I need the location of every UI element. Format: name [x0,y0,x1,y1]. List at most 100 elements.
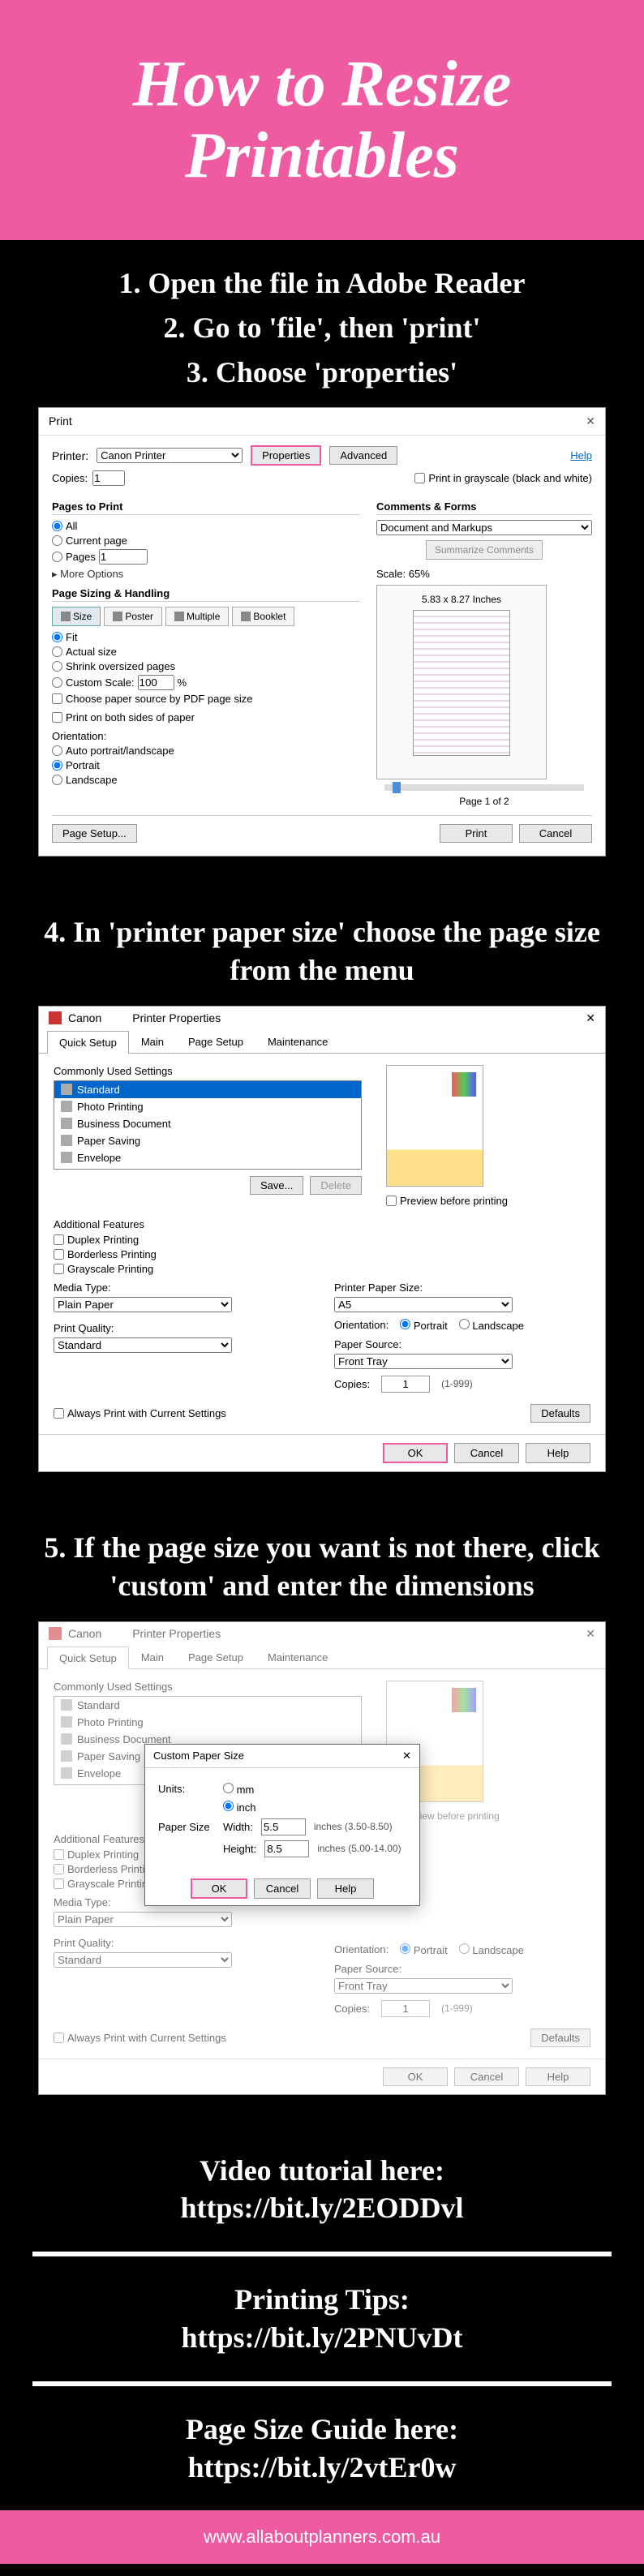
size-tab[interactable]: Size [52,607,101,626]
pages-input[interactable] [99,549,148,565]
help-button[interactable]: Help [317,1878,374,1899]
list-item-label: Photo Printing [77,1101,144,1113]
close-icon[interactable]: ✕ [586,414,595,428]
site-url[interactable]: www.allaboutplanners.com.au [204,2527,440,2547]
printer-properties-dialog: Canon Printer Properties ✕ Quick Setup M… [38,1006,606,1472]
copies-stepper[interactable]: 1 [381,1376,430,1393]
landscape-radio[interactable] [459,1943,470,1954]
summarize-button[interactable]: Summarize Comments [426,540,543,560]
portrait-radio[interactable] [400,1319,410,1329]
more-options-toggle[interactable]: ▸ More Options [52,568,360,581]
fit-radio[interactable] [52,632,62,642]
copies-stepper[interactable]: 1 [381,2000,430,2017]
video-tutorial-link[interactable]: https://bit.ly/2EODDvl [24,2189,620,2227]
page-setup-tab[interactable]: Page Setup [176,1646,255,1668]
save-button[interactable]: Save... [250,1176,303,1195]
height-input[interactable] [264,1840,309,1857]
maintenance-tab[interactable]: Maintenance [255,1030,340,1053]
advanced-button[interactable]: Advanced [329,446,397,465]
comments-select[interactable]: Document and Markups [376,520,592,535]
multiple-tab-label: Multiple [187,611,220,622]
close-icon[interactable]: ✕ [586,1627,595,1641]
help-link[interactable]: Help [570,449,592,462]
close-icon[interactable]: ✕ [402,1750,411,1762]
grayscale-print-checkbox[interactable] [54,1878,64,1889]
maintenance-tab[interactable]: Maintenance [255,1646,340,1668]
borderless-checkbox[interactable] [54,1864,64,1874]
printing-tips-link[interactable]: https://bit.ly/2PNUvDt [24,2319,620,2357]
choose-by-pdf-checkbox[interactable] [52,693,62,704]
cancel-button[interactable]: Cancel [254,1878,311,1899]
ok-button[interactable]: OK [191,1878,247,1899]
duplex-checkbox[interactable] [54,1234,64,1245]
multiple-tab[interactable]: Multiple [165,607,229,626]
width-input[interactable] [261,1818,306,1835]
defaults-button[interactable]: Defaults [530,1404,590,1423]
properties-button[interactable]: Properties [251,445,321,466]
current-radio[interactable] [52,535,62,546]
custom-scale-input[interactable] [138,675,174,690]
duplex-checkbox[interactable] [54,1849,64,1860]
all-radio[interactable] [52,521,62,531]
always-print-checkbox[interactable] [54,2033,64,2043]
ok-button[interactable]: OK [383,1443,448,1463]
media-type-select[interactable]: Plain Paper [54,1297,232,1312]
quality-select[interactable]: Standard [54,1337,232,1353]
portrait-radio[interactable] [52,760,62,771]
list-item: Business Document [54,1115,361,1132]
steps-block-3: 5. If the page size you want is not ther… [0,1505,644,2127]
custom-scale-radio[interactable] [52,677,62,688]
source-select[interactable]: Front Tray [334,1978,513,1994]
shrink-radio[interactable] [52,661,62,672]
preview-checkbox[interactable] [386,1196,397,1206]
print-quality-label: Print Quality: [54,1322,310,1334]
defaults-button[interactable]: Defaults [530,2029,590,2047]
page-size-guide-link[interactable]: https://bit.ly/2vtEr0w [24,2449,620,2487]
print-button[interactable]: Print [440,824,513,843]
quick-setup-tab[interactable]: Quick Setup [47,1646,129,1669]
grayscale-print-checkbox[interactable] [54,1264,64,1274]
help-button[interactable]: Help [526,1443,590,1463]
sizing-group-label: Page Sizing & Handling [52,587,360,602]
page-slider[interactable] [384,784,584,791]
grayscale-checkbox[interactable] [414,473,425,483]
mm-radio[interactable] [223,1783,234,1793]
inch-radio[interactable] [223,1801,234,1811]
booklet-icon [241,612,251,621]
borderless-checkbox[interactable] [54,1249,64,1260]
landscape-radio[interactable] [459,1319,470,1329]
settings-listbox[interactable]: Standard Photo Printing Business Documen… [54,1080,362,1170]
poster-icon [113,612,122,621]
cancel-button[interactable]: Cancel [519,824,592,843]
both-sides-checkbox[interactable] [52,712,62,723]
booklet-tab[interactable]: Booklet [232,607,294,626]
help-button[interactable]: Help [526,2067,590,2086]
auto-orient-radio[interactable] [52,745,62,756]
quality-select[interactable]: Standard [54,1952,232,1968]
always-print-checkbox[interactable] [54,1408,64,1419]
ok-button[interactable]: OK [383,2067,448,2086]
pages-group-label: Pages to Print [52,500,360,515]
list-item: Photo Printing [54,1714,361,1731]
source-select[interactable]: Front Tray [334,1354,513,1369]
actual-radio[interactable] [52,646,62,657]
media-type-select[interactable]: Plain Paper [54,1912,232,1927]
cancel-button[interactable]: Cancel [454,1443,519,1463]
close-icon[interactable]: ✕ [586,1011,595,1025]
cancel-button[interactable]: Cancel [454,2067,519,2086]
landscape-radio[interactable] [52,775,62,785]
poster-tab[interactable]: Poster [104,607,162,626]
main-tab[interactable]: Main [129,1030,176,1053]
quick-setup-tab[interactable]: Quick Setup [47,1031,129,1054]
main-tab[interactable]: Main [129,1646,176,1668]
page-size-guide-block: Page Size Guide here: https://bit.ly/2vt… [0,2386,644,2511]
delete-button[interactable]: Delete [310,1176,362,1195]
paper-size-select[interactable]: A5 [334,1297,513,1312]
pages-label: Pages [66,551,96,563]
page-setup-tab[interactable]: Page Setup [176,1030,255,1053]
pages-radio[interactable] [52,552,62,562]
printer-select[interactable]: Canon Printer [97,448,243,463]
copies-input[interactable] [92,470,125,486]
page-setup-button[interactable]: Page Setup... [52,824,137,843]
portrait-radio[interactable] [400,1943,410,1954]
